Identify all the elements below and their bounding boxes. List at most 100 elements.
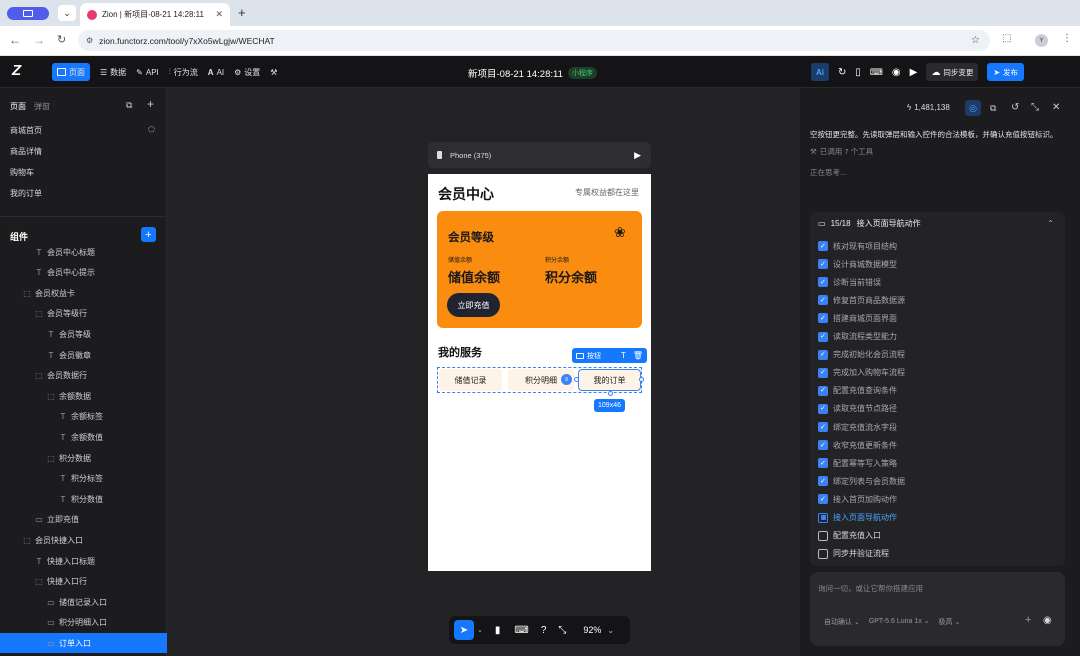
tree-item[interactable]: ⬚ 会员数据行 <box>0 366 167 386</box>
task-item[interactable]: ✓ 配置充值查询条件 <box>818 383 897 399</box>
tree-item[interactable]: ⬚ 会员快捷入口 <box>0 530 167 550</box>
profile-avatar[interactable]: Y <box>1035 34 1048 47</box>
membership-card[interactable]: 会员等级 ❀ 储值余额 储值余额 积分余额 积分余额 立即充值 <box>437 211 642 328</box>
zoom-level[interactable]: 92% <box>583 625 601 635</box>
reload-icon[interactable]: ↻ <box>57 33 66 46</box>
tree-item[interactable]: ⬚ 快捷入口行 <box>0 572 167 592</box>
chevron-down-icon[interactable]: ⌄ <box>477 626 483 634</box>
task-item[interactable]: 配置充值入口 <box>818 528 881 544</box>
browser-tab[interactable]: Zion | 新项目-08-21 14:28:11 ✕ <box>80 3 230 26</box>
url-text[interactable]: zion.functorz.com/tool/y7xXo5wLgjw/WECHA… <box>99 36 275 46</box>
points-value[interactable]: 积分余额 <box>545 267 597 286</box>
nav-settings[interactable]: ⚙ 设置 <box>234 63 260 81</box>
refresh-icon[interactable]: ↻ <box>838 67 846 78</box>
nav-pages[interactable]: 页面 <box>52 63 90 81</box>
omnibox[interactable]: ⚙ zion.functorz.com/tool/y7xXo5wLgjw/WEC… <box>78 30 990 51</box>
tree-item[interactable]: ▭ 立即充值 <box>0 510 167 530</box>
service-stored-value[interactable]: 储值记录 <box>439 369 502 391</box>
task-item[interactable]: ✓ 诊断当前错误 <box>818 274 881 290</box>
nav-flow[interactable]: ⫶ 行为流 <box>169 63 198 81</box>
tree-item[interactable]: ⬚ 会员权益卡 <box>0 283 167 303</box>
collapse-icon[interactable]: ⤡ <box>558 625 566 636</box>
checkbox-icon[interactable]: ✓ <box>818 422 828 432</box>
page-item[interactable]: 购物车 <box>10 167 34 178</box>
nav-api[interactable]: ✎ API <box>136 63 159 81</box>
tab-list-button[interactable]: ⌄ <box>58 5 76 21</box>
tools-used[interactable]: ⚒ 已调用 7 个工具 <box>810 146 873 157</box>
plan-header[interactable]: ▭ 15/18 接入页面导航动作 ⌃ <box>818 218 1058 229</box>
text-style-icon[interactable]: T <box>621 351 626 360</box>
mode-select[interactable]: 自动确认 ⌄ <box>824 617 860 627</box>
new-tab-button[interactable]: + <box>238 5 246 20</box>
add-folder-icon[interactable]: ⧉ <box>126 100 132 111</box>
users-icon[interactable]: ◉ <box>892 67 901 78</box>
task-item[interactable]: ✓ 核对现有项目结构 <box>818 238 897 254</box>
task-item[interactable]: ✓ 读取充值节点路径 <box>818 401 897 417</box>
sync-changes-button[interactable]: ☁ 同步变更 <box>926 63 979 81</box>
checkbox-icon[interactable] <box>818 512 828 523</box>
preview-play-icon[interactable]: ▶ <box>634 150 641 161</box>
page-item[interactable]: 我的订单 <box>10 188 42 199</box>
task-item[interactable]: ✓ 完成加入购物车流程 <box>818 365 905 381</box>
tree-item[interactable]: T 余额标签 <box>0 407 167 427</box>
tree-item[interactable]: T 会员中心标题 <box>0 242 167 262</box>
tree-item[interactable]: ▭ 积分明细入口 <box>0 613 167 633</box>
member-center-title[interactable]: 会员中心 <box>438 184 494 204</box>
selection-toolbar[interactable]: 按钮 T 🗑 <box>572 348 647 363</box>
checkbox-icon[interactable]: ✓ <box>818 403 828 414</box>
nav-data[interactable]: ☰ 数据 <box>100 63 126 81</box>
shrink-icon[interactable]: ⤡ <box>1031 102 1039 113</box>
zion-logo[interactable]: Z <box>12 62 21 79</box>
task-item[interactable]: ✓ 完成初始化会员流程 <box>818 347 905 363</box>
balance-value[interactable]: 储值余额 <box>448 267 500 286</box>
checkbox-icon[interactable]: ✓ <box>818 476 828 487</box>
select-tool-button[interactable]: ➤ <box>454 620 474 640</box>
nav-ai[interactable]: A AI <box>208 63 224 81</box>
close-icon[interactable]: ✕ <box>1052 102 1060 113</box>
forward-icon[interactable]: → <box>33 33 45 47</box>
task-item[interactable]: ✓ 绑定充值流水字段 <box>818 419 897 435</box>
add-page-icon[interactable]: + <box>147 97 154 111</box>
points-label[interactable]: 积分余额 <box>545 255 569 264</box>
help-icon[interactable]: ? <box>541 625 547 636</box>
tab-group-pill[interactable] <box>7 7 49 20</box>
browser-menu-icon[interactable]: ⋮ <box>1062 33 1072 44</box>
add-component-button[interactable]: + <box>141 227 156 242</box>
chat-input-placeholder[interactable]: 询问一切，或让它帮你搭建应用 <box>818 583 923 594</box>
publish-button[interactable]: ➤ 发布 <box>987 63 1025 81</box>
task-item[interactable]: 接入页面导航动作 <box>818 510 897 526</box>
model-select[interactable]: GPT-5.6 Luna 1x ⌄ <box>869 617 930 627</box>
nav-tools[interactable]: ⚒ <box>270 63 277 81</box>
task-item[interactable]: ✓ 搭建商城页面界面 <box>818 310 897 326</box>
recharge-button[interactable]: 立即充值 <box>447 293 500 317</box>
paw-icon[interactable]: ❀ <box>614 224 626 241</box>
tree-item[interactable]: T 会员徽章 <box>0 345 167 365</box>
balance-label[interactable]: 储值余额 <box>448 255 472 264</box>
selection-handle-right[interactable] <box>639 377 644 382</box>
task-item[interactable]: ✓ 配置幂等写入策略 <box>818 455 897 471</box>
play-icon[interactable]: ▶ <box>910 67 918 78</box>
tree-item[interactable]: T 余额数值 <box>0 427 167 447</box>
selection-handle-bottom[interactable] <box>608 391 613 396</box>
tree-item[interactable]: ⬚ 余额数据 <box>0 386 167 406</box>
tree-item[interactable]: ⬚ 积分数据 <box>0 448 167 468</box>
site-settings-icon[interactable]: ⚙ <box>86 36 93 45</box>
task-item[interactable]: 同步并验证流程 <box>818 546 889 562</box>
checkbox-icon[interactable]: ✓ <box>818 349 828 360</box>
checkbox-icon[interactable]: ✓ <box>818 313 828 324</box>
checkbox-icon[interactable] <box>818 530 828 541</box>
tab-popups[interactable]: 弹窗 <box>34 101 50 112</box>
ai-target-button[interactable]: ◎ <box>965 100 981 116</box>
history-icon[interactable]: ⧉ <box>990 103 996 114</box>
checkbox-icon[interactable]: ✓ <box>818 241 828 251</box>
checkbox-icon[interactable] <box>818 548 828 559</box>
checkbox-icon[interactable]: ✓ <box>818 494 828 505</box>
delete-icon[interactable]: 🗑 <box>633 351 643 360</box>
device-icon[interactable]: ▯ <box>855 67 861 78</box>
checkbox-icon[interactable]: ✓ <box>818 277 828 288</box>
voice-icon[interactable]: ◉ <box>1043 615 1052 626</box>
tree-item[interactable]: T 会员中心提示 <box>0 263 167 283</box>
shake-icon[interactable]: ▮ <box>495 625 501 636</box>
platform-badge[interactable]: 小程序 <box>567 67 597 79</box>
tree-item[interactable]: ▭ 订单入口 <box>0 633 167 654</box>
